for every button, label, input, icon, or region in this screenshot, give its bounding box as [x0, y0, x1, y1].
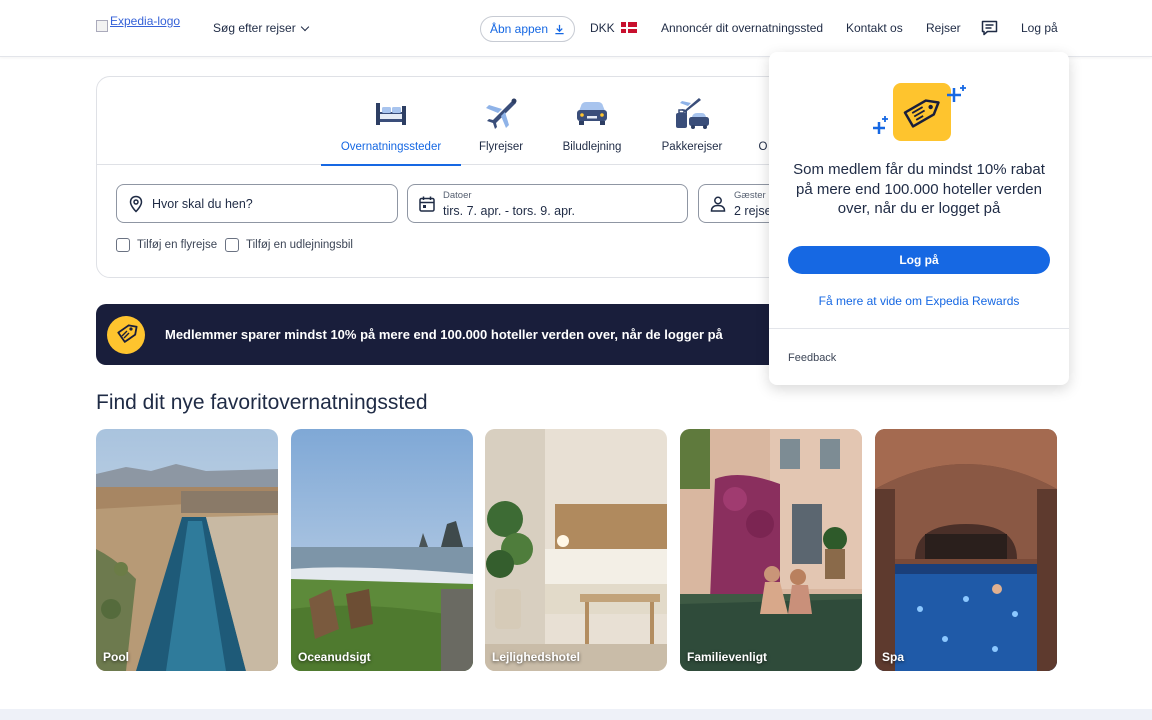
chevron-down-icon: [300, 22, 309, 31]
denmark-flag-icon: [620, 22, 637, 33]
logo-alt-text: Expedia-logo: [110, 14, 181, 28]
trips-link[interactable]: Rejser: [926, 21, 961, 35]
pool-image: [96, 429, 278, 671]
person-icon: [710, 196, 726, 212]
family-friendly-image: [680, 429, 862, 671]
section-title: Find dit nye favoritovernatningssted: [96, 391, 428, 414]
popup-text: Som medlem får du mindst 10% rabat på me…: [793, 161, 1045, 217]
add-flight-label: Tilføj en flyrejse: [137, 239, 218, 251]
card-ocean-view-label: Oceanudsigt: [298, 650, 371, 664]
search-trips-label: Søg efter rejser: [213, 21, 296, 35]
top-header: Expedia-logo Søg efter rejser Åbn appen …: [0, 0, 1152, 57]
calendar-icon: [419, 196, 435, 212]
popup-login-button[interactable]: Log på: [788, 246, 1050, 274]
tab-more-label: O: [758, 141, 768, 153]
ocean-view-image: [291, 429, 473, 671]
location-pin-icon: [129, 195, 143, 213]
expedia-logo[interactable]: Expedia-logo: [96, 15, 188, 36]
add-flight-box[interactable]: [116, 238, 130, 252]
card-apartment-hotel[interactable]: Lejlighedshotel: [485, 429, 667, 671]
rewards-link[interactable]: Få mere at vide om Expedia Rewards: [769, 294, 1069, 308]
rewards-tag-icon: [873, 83, 966, 141]
open-app-button[interactable]: Åbn appen: [480, 16, 575, 42]
currency-selector[interactable]: DKK: [590, 21, 637, 35]
feedback-link[interactable]: Feedback: [788, 352, 836, 364]
add-flight-checkbox[interactable]: Tilføj en flyrejse: [116, 238, 217, 252]
tab-cars-label: Biludlejning: [562, 141, 622, 153]
dates-value: tirs. 7. apr. - tors. 9. apr.: [443, 204, 575, 218]
search-trips-menu[interactable]: Søg efter rejser: [213, 21, 309, 35]
open-app-label: Åbn appen: [489, 22, 549, 36]
banner-text: Medlemmer sparer mindst 10% på mere end …: [165, 327, 723, 342]
guests-label: Gæster: [734, 190, 766, 201]
tab-stays-label: Overnatningssteder: [340, 141, 442, 153]
card-apartment-hotel-label: Lejlighedshotel: [492, 650, 581, 664]
guests-value: 2 rejse: [734, 204, 772, 218]
add-car-label: Tilføj en udlejningsbil: [246, 239, 353, 251]
login-link[interactable]: Log på: [1021, 21, 1058, 35]
card-ocean-view[interactable]: Oceanudsigt: [291, 429, 473, 671]
footer-strip: [0, 709, 1152, 720]
popup-divider: [769, 328, 1069, 329]
tab-flights-label: Flyrejser: [478, 141, 524, 153]
apartment-hotel-image: [485, 429, 667, 671]
tab-stays[interactable]: Overnatningssteder: [321, 77, 461, 166]
add-car-checkbox[interactable]: Tilføj en udlejningsbil: [225, 238, 353, 252]
card-pool[interactable]: Pool: [96, 429, 278, 671]
card-spa-label: Spa: [882, 650, 905, 664]
card-family-friendly[interactable]: Familievenligt: [680, 429, 862, 671]
rewards-popup: Som medlem får du mindst 10% rabat på me…: [769, 52, 1069, 385]
tab-packages-label: Pakkerejser: [661, 141, 723, 153]
package-icon: [672, 95, 712, 131]
add-car-box[interactable]: [225, 238, 239, 252]
plane-icon: [481, 95, 521, 131]
tab-packages[interactable]: Pakkerejser: [657, 77, 727, 165]
destination-field[interactable]: Hvor skal du hen?: [116, 184, 398, 223]
price-tag-icon: [107, 316, 145, 354]
car-icon: [572, 95, 612, 131]
dates-field[interactable]: Datoer tirs. 7. apr. - tors. 9. apr.: [407, 184, 688, 223]
currency-label: DKK: [590, 21, 615, 35]
destination-placeholder: Hvor skal du hen?: [152, 197, 253, 211]
tab-flights[interactable]: Flyrejser: [471, 77, 531, 165]
card-spa[interactable]: Spa: [875, 429, 1057, 671]
advertise-link[interactable]: Annoncér dit overnatningssted: [661, 21, 823, 35]
broken-image-icon: [96, 20, 108, 32]
download-icon: [555, 24, 564, 34]
chat-icon[interactable]: [981, 20, 998, 36]
card-family-friendly-label: Familievenligt: [687, 650, 768, 664]
spa-image: [875, 429, 1057, 671]
tab-cars[interactable]: Biludlejning: [557, 77, 627, 165]
bed-icon: [371, 95, 411, 131]
dates-label: Datoer: [443, 190, 472, 201]
contact-link[interactable]: Kontakt os: [846, 21, 903, 35]
card-pool-label: Pool: [103, 650, 129, 664]
